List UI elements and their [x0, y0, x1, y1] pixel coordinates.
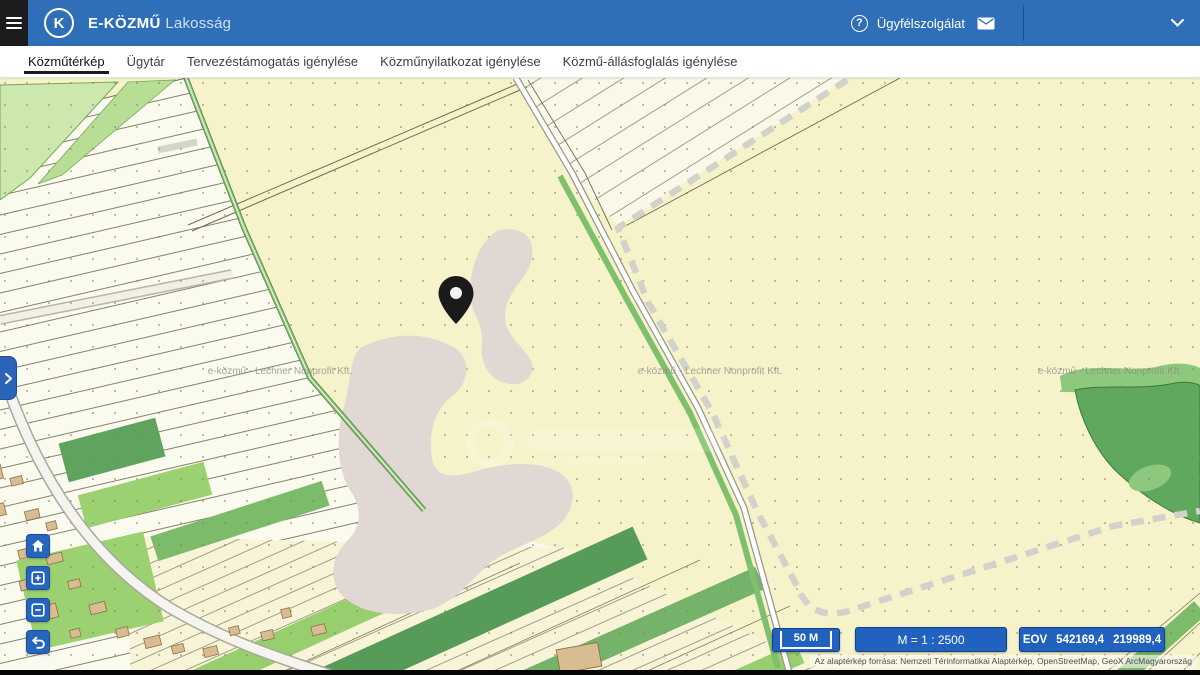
- tab-tervezestamogatas[interactable]: Tervezéstámogatás igénylése: [176, 46, 369, 77]
- hamburger-icon: [6, 14, 22, 32]
- top-bar: K E-KÖZMŰ Lakosság ? Ügyfélszolgálat: [0, 0, 1200, 46]
- undo-icon: [31, 636, 46, 649]
- home-icon: [31, 539, 45, 553]
- help-icon[interactable]: ?: [851, 15, 868, 32]
- zoom-out-button[interactable]: [26, 598, 50, 622]
- scale-bar: 50 M: [772, 628, 840, 652]
- tab-ugytar[interactable]: Ügytár: [116, 46, 176, 77]
- tab-kozmu-allasfoglalas[interactable]: Közmű-állásfoglalás igénylése: [552, 46, 749, 77]
- home-button[interactable]: [26, 534, 50, 558]
- map-canvas[interactable]: e-közmű - Lechner Nonprofit Kft. e-közmű…: [0, 78, 1200, 675]
- brand-name: E-KÖZMŰ: [88, 15, 161, 32]
- chevron-down-icon[interactable]: [1171, 19, 1184, 27]
- header-divider: [1023, 5, 1024, 41]
- tab-kozmuterkep[interactable]: Közműtérkép: [17, 46, 116, 77]
- mail-icon[interactable]: [977, 17, 995, 30]
- scale-bar-label: 50 M: [780, 631, 832, 649]
- sidebar-expand-button[interactable]: [0, 356, 17, 400]
- tab-kozmunyilatkozat[interactable]: Közműnyilatkozat igénylése: [369, 46, 551, 77]
- zoom-in-button[interactable]: [26, 566, 50, 590]
- app-logo: K: [44, 8, 74, 38]
- ekozmu-app: K E-KÖZMŰ Lakosság ? Ügyfélszolgálat: [0, 0, 1200, 675]
- map-watermark: e-közmű - Lechner Nonprofit Kft.: [208, 366, 353, 377]
- map-watermark: e-közmű - Lechner Nonprofit Kft.: [638, 366, 783, 377]
- undo-extent-button[interactable]: [26, 630, 50, 654]
- app-title: E-KÖZMŰ Lakosság: [88, 15, 231, 32]
- header-right-cluster: ? Ügyfélszolgálat: [851, 0, 1200, 46]
- map-scale-ratio[interactable]: M = 1 : 2500: [855, 627, 1007, 652]
- app-logo-letter: K: [54, 15, 65, 32]
- map-watermark: e-közmű - Lechner Nonprofit Kft.: [1038, 366, 1183, 377]
- coord-northing: 219989,4: [1113, 634, 1161, 646]
- zoom-in-icon: [31, 571, 45, 585]
- brand-suffix: Lakosság: [165, 15, 231, 32]
- bottom-letterbox-bar: [0, 670, 1200, 675]
- zoom-out-icon: [31, 603, 45, 617]
- map-controls: [26, 534, 50, 662]
- coord-easting: 542169,4: [1056, 634, 1104, 646]
- coord-system-label: EOV: [1023, 634, 1047, 646]
- coordinate-readout[interactable]: EOV 542169,4 219989,4: [1019, 627, 1165, 652]
- main-nav-tabs: Közműtérkép Ügytár Tervezéstámogatás igé…: [0, 46, 1200, 78]
- map-viewport: e-közmű - Lechner Nonprofit Kft. e-közmű…: [0, 78, 1200, 675]
- hamburger-menu-button[interactable]: [0, 0, 28, 46]
- support-link[interactable]: Ügyfélszolgálat: [877, 16, 965, 31]
- map-attribution: Az alaptérkép forrása: Nemzeti Térinform…: [810, 655, 1197, 668]
